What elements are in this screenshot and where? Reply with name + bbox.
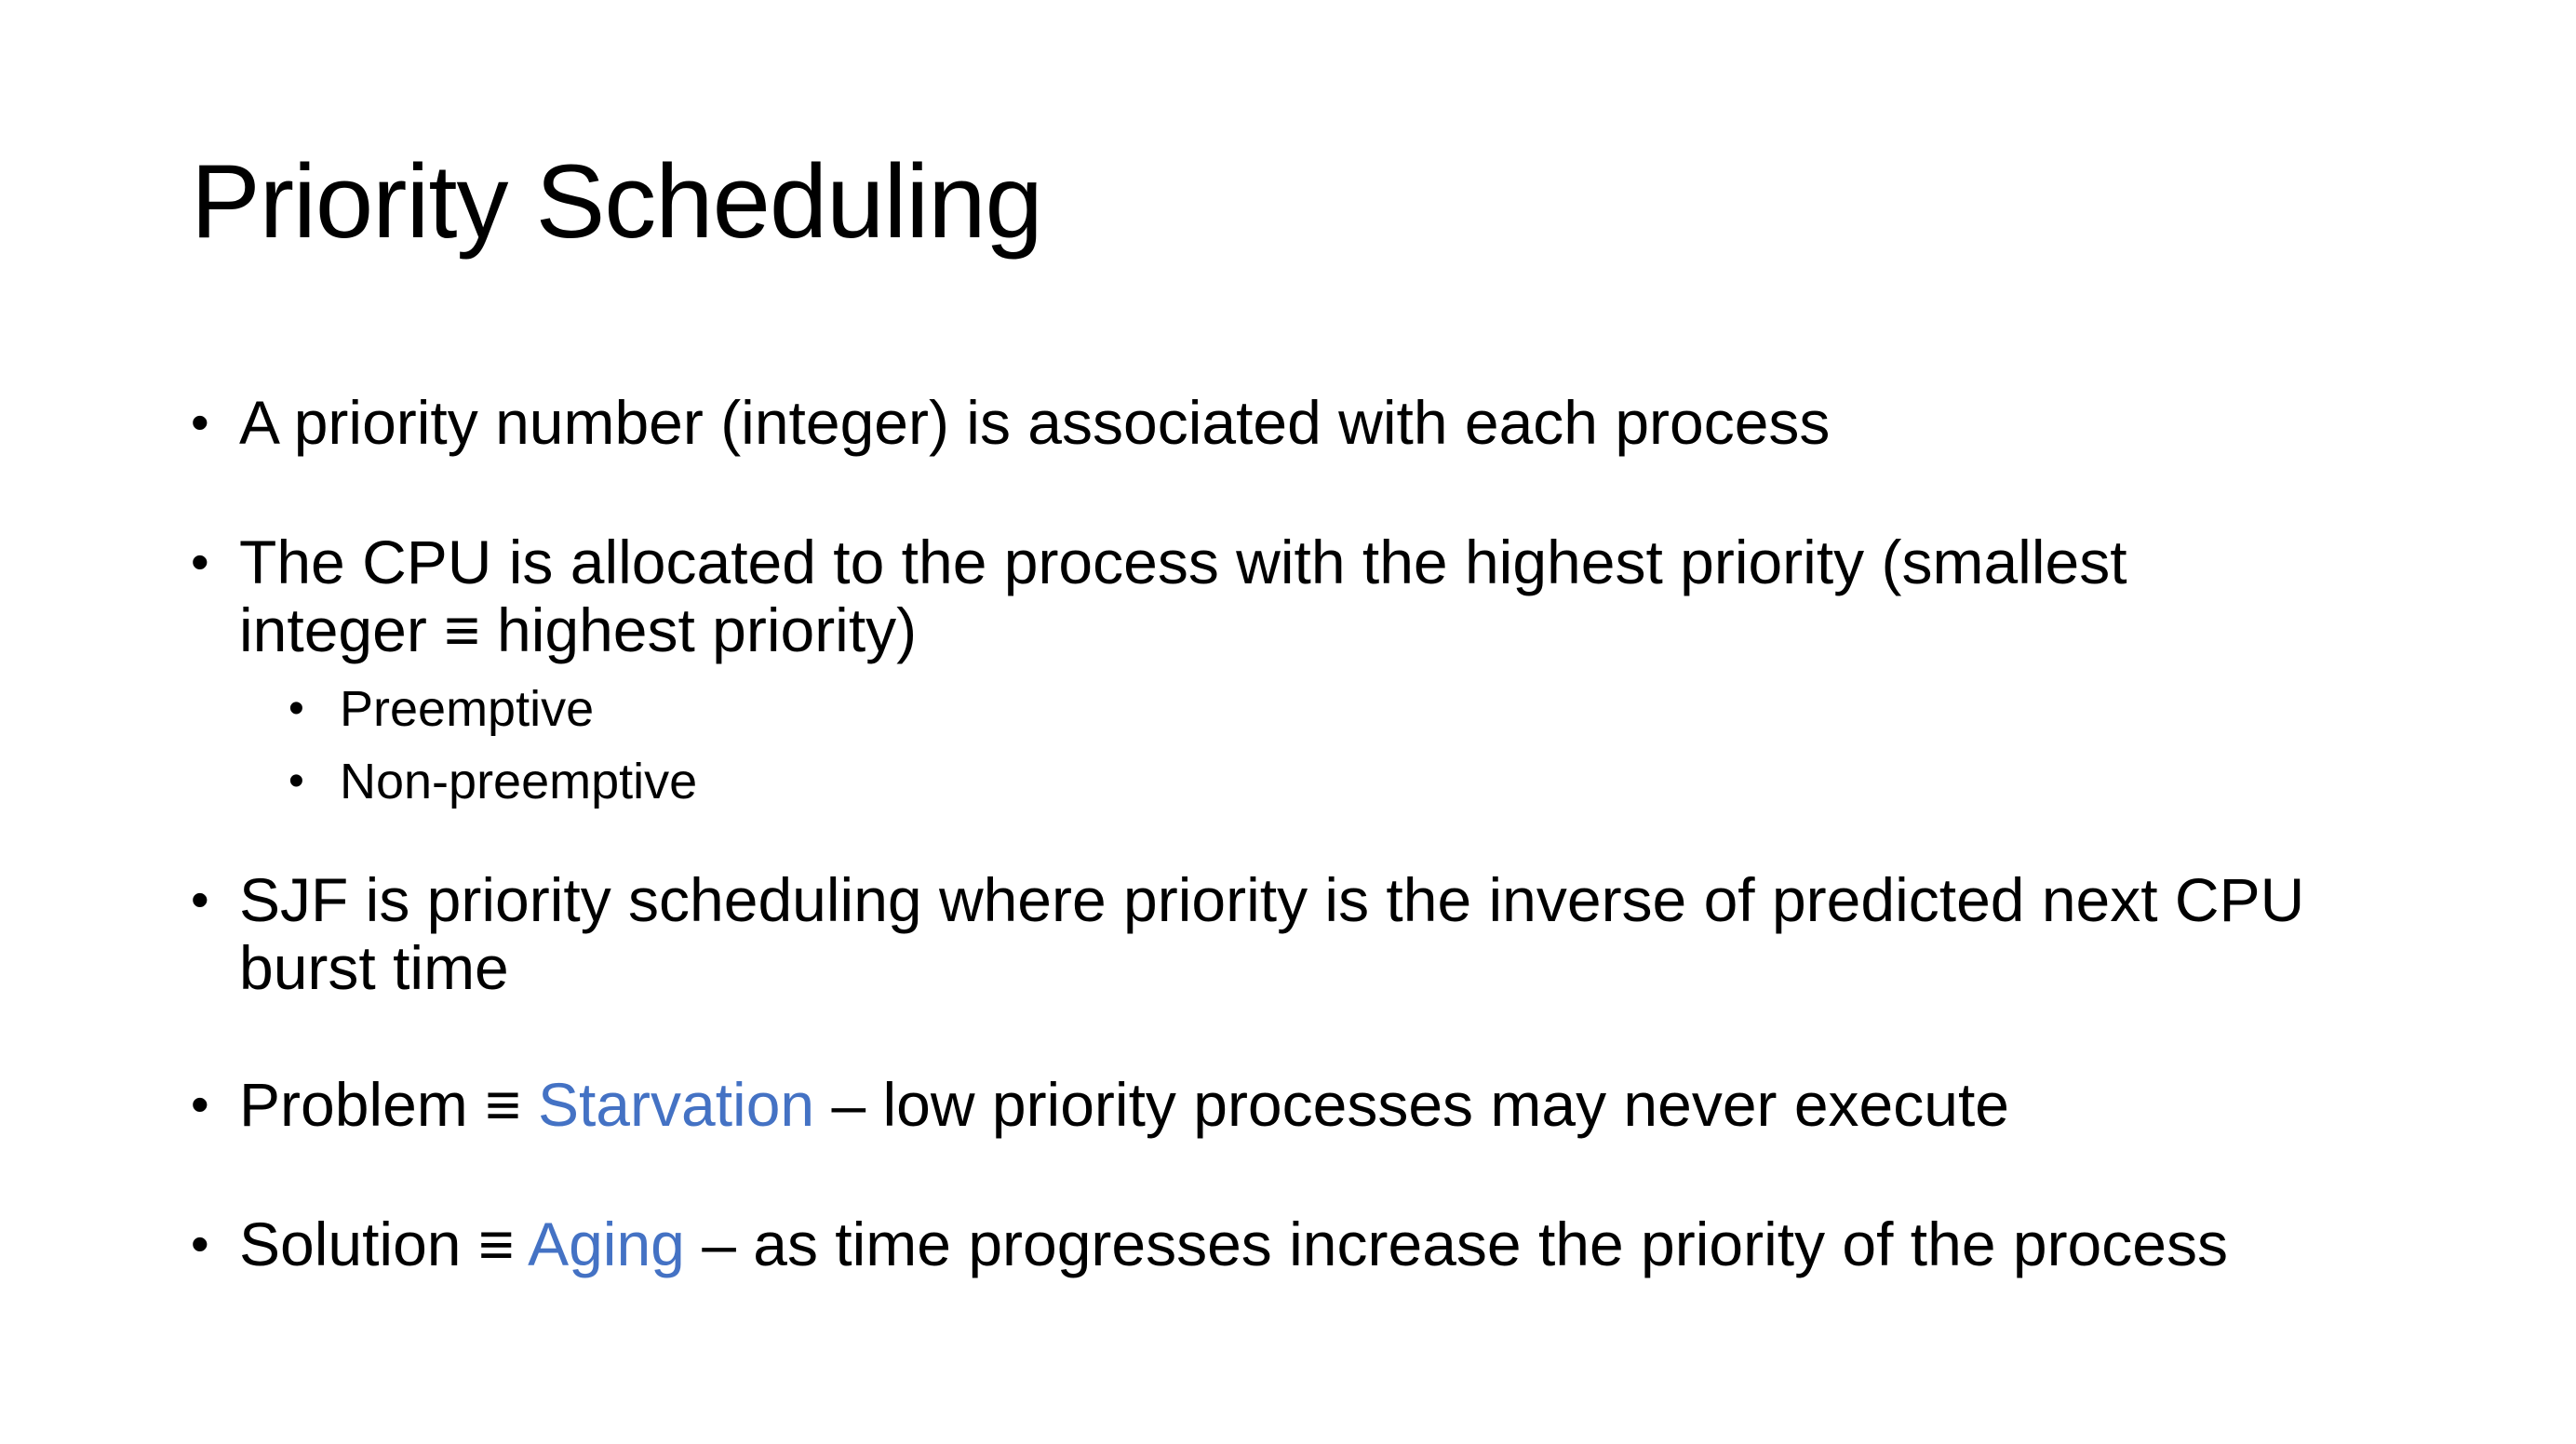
solution-description: – as time progresses increase the priori… (684, 1210, 2228, 1278)
slide: Priority Scheduling • A priority number … (0, 0, 2576, 1444)
bullet-text-line-1: SJF is priority scheduling where priorit… (239, 865, 2305, 934)
sub-bullet-marker: • (288, 684, 304, 733)
bullet-marker: • (191, 1214, 209, 1273)
bullet-text: A priority number (integer) is associate… (239, 388, 1831, 457)
sub-bullet-text: Non-preemptive (340, 754, 698, 809)
bullet-marker: • (191, 393, 209, 451)
bullet-marker: • (191, 1075, 209, 1133)
sub-bullet-marker: • (288, 756, 304, 806)
bullet-text-line-1: The CPU is allocated to the process with… (239, 528, 2127, 596)
slide-title: Priority Scheduling (191, 143, 1043, 260)
bullet-marker: • (191, 870, 209, 929)
bullet-text: Problem ≡ Starvation – low priority proc… (239, 1071, 2009, 1139)
problem-description: – low priority processes may never execu… (814, 1070, 2009, 1139)
bullet-marker: • (191, 532, 209, 591)
solution-label: Solution ≡ (239, 1210, 529, 1278)
sub-bullet-text: Preemptive (340, 681, 595, 737)
problem-label: Problem ≡ (239, 1070, 538, 1139)
aging-term: Aging (528, 1210, 685, 1278)
starvation-term: Starvation (537, 1070, 815, 1139)
bullet-text-line-2: integer ≡ highest priority) (239, 595, 918, 664)
bullet-text-line-2: burst time (239, 933, 509, 1002)
bullet-text: Solution ≡ Aging – as time progresses in… (239, 1210, 2228, 1278)
